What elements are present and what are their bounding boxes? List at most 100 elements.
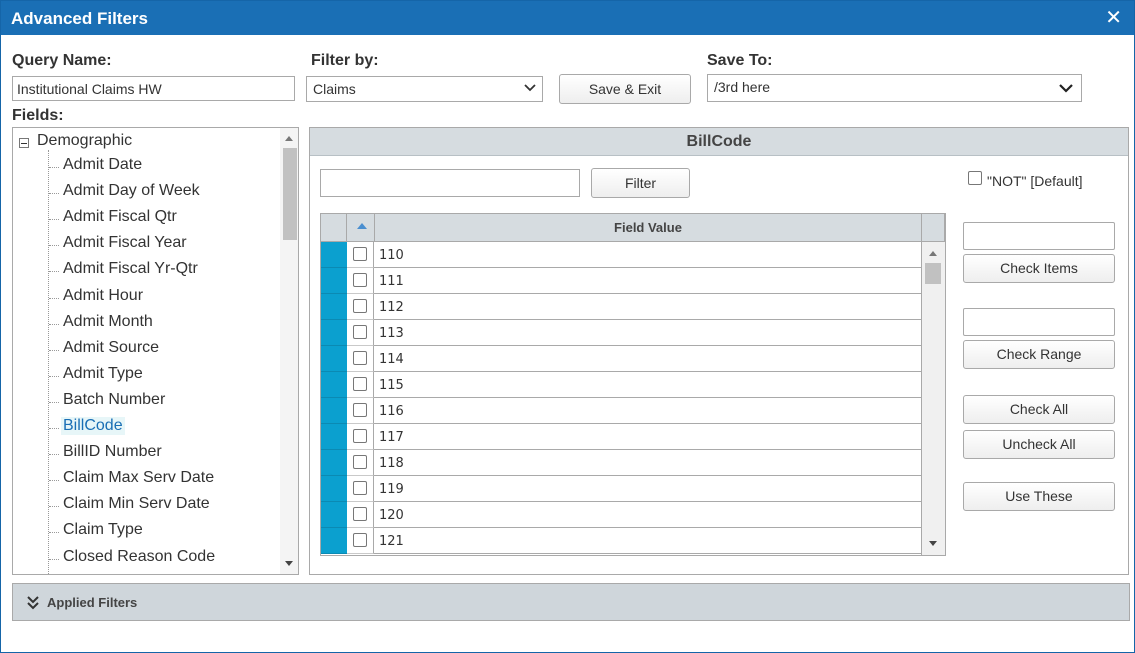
filter-button[interactable]: Filter [591,168,690,198]
check-items-button[interactable]: Check Items [963,254,1115,283]
row-checkbox[interactable] [353,481,367,495]
save-exit-button[interactable]: Save & Exit [559,74,691,104]
chevron-down-icon [1059,84,1073,93]
tree-connector [49,297,59,299]
row-value: 114 [374,346,921,372]
row-marker [321,372,347,398]
row-marker [321,450,347,476]
row-checkbox[interactable] [353,273,367,287]
grid-scroll-thumb[interactable] [925,263,941,284]
grid-header-field-value[interactable]: Field Value [375,214,921,242]
tree-item-label: Claim Type [63,521,143,539]
row-checkbox-cell [347,528,374,554]
scroll-up-icon[interactable] [929,251,937,256]
collapse-icon[interactable] [19,138,29,148]
row-marker [321,268,347,294]
filter-by-select[interactable]: Claims [306,76,543,102]
query-name-label: Query Name: [12,52,112,69]
use-these-button[interactable]: Use These [963,482,1115,511]
row-marker [321,346,347,372]
filter-text-input[interactable] [320,169,580,197]
tree-scroll-thumb[interactable] [283,148,297,240]
uncheck-all-button[interactable]: Uncheck All [963,430,1115,459]
close-icon[interactable]: ✕ [1105,7,1122,29]
table-row[interactable]: 119 [321,476,921,502]
tree-connector [49,506,59,508]
row-checkbox-cell [347,450,374,476]
check-range-button[interactable]: Check Range [963,340,1115,369]
tree-item-label: Admit Fiscal Yr-Qtr [63,260,198,278]
tree-item-label: Admit Month [63,312,153,330]
check-range-input[interactable] [963,308,1115,336]
tree-connector [49,349,59,351]
row-marker [321,528,347,554]
scroll-up-icon[interactable] [285,136,293,141]
field-values-panel: BillCode Filter "NOT" [Default] Field Va… [309,127,1129,575]
table-row[interactable]: 121 [321,528,921,554]
row-checkbox-cell [347,294,374,320]
row-checkbox-cell [347,372,374,398]
row-checkbox[interactable] [353,247,367,261]
table-row[interactable]: 110 [321,242,921,268]
row-checkbox[interactable] [353,299,367,313]
tree-connector [49,454,59,456]
table-row[interactable]: 113 [321,320,921,346]
row-checkbox-cell [347,424,374,450]
check-all-button[interactable]: Check All [963,395,1115,424]
not-default-label: "NOT" [Default] [987,173,1083,189]
grid-scrollbar[interactable] [921,242,945,555]
row-checkbox[interactable] [353,533,367,547]
applied-filters-bar[interactable]: Applied Filters [12,583,1130,621]
tree-connector [49,375,59,377]
row-value: 111 [374,268,921,294]
row-marker [321,320,347,346]
row-value: 110 [374,242,921,268]
row-marker [321,398,347,424]
save-to-select[interactable]: /3rd here [707,74,1082,102]
double-chevron-down-icon[interactable] [27,595,39,611]
table-row[interactable]: 111 [321,268,921,294]
scroll-down-icon[interactable] [929,541,937,546]
tree-connector [49,193,59,195]
table-row[interactable]: 116 [321,398,921,424]
grid-header-sort[interactable] [347,214,375,242]
row-marker [321,502,347,528]
row-checkbox[interactable] [353,351,367,365]
tree-item-label: Admit Fiscal Qtr [63,208,177,226]
table-row[interactable]: 115 [321,372,921,398]
not-default-checkbox[interactable] [968,171,982,185]
fields-tree: Demographic Admit Date Admit Day of Week A… [12,127,299,575]
row-value: 116 [374,398,921,424]
table-row[interactable]: 118 [321,450,921,476]
tree-root-label: Demographic [37,132,133,149]
tree-item-label: Batch Number [63,390,166,408]
row-checkbox[interactable] [353,507,367,521]
table-row[interactable]: 112 [321,294,921,320]
row-checkbox-cell [347,242,374,268]
check-items-input[interactable] [963,222,1115,250]
table-row[interactable]: 117 [321,424,921,450]
tree-item-label: BillCode [61,417,125,435]
row-value: 121 [374,528,921,554]
tree-scrollbar[interactable] [280,128,298,574]
row-checkbox[interactable] [353,325,367,339]
row-value: 120 [374,502,921,528]
table-row[interactable]: 114 [321,346,921,372]
table-row[interactable]: 120 [321,502,921,528]
sort-asc-icon[interactable] [357,223,367,229]
row-value: 118 [374,450,921,476]
row-checkbox[interactable] [353,455,367,469]
row-checkbox[interactable] [353,377,367,391]
scroll-down-icon[interactable] [285,561,293,566]
row-marker [321,242,347,268]
tree-connector [49,401,59,403]
dialog-title: Advanced Filters [11,9,148,28]
row-value: 117 [374,424,921,450]
row-checkbox-cell [347,346,374,372]
row-value: 112 [374,294,921,320]
row-checkbox[interactable] [353,403,367,417]
filter-by-value: Claims [313,81,356,97]
row-checkbox-cell [347,320,374,346]
query-name-input[interactable] [12,76,295,101]
row-checkbox[interactable] [353,429,367,443]
